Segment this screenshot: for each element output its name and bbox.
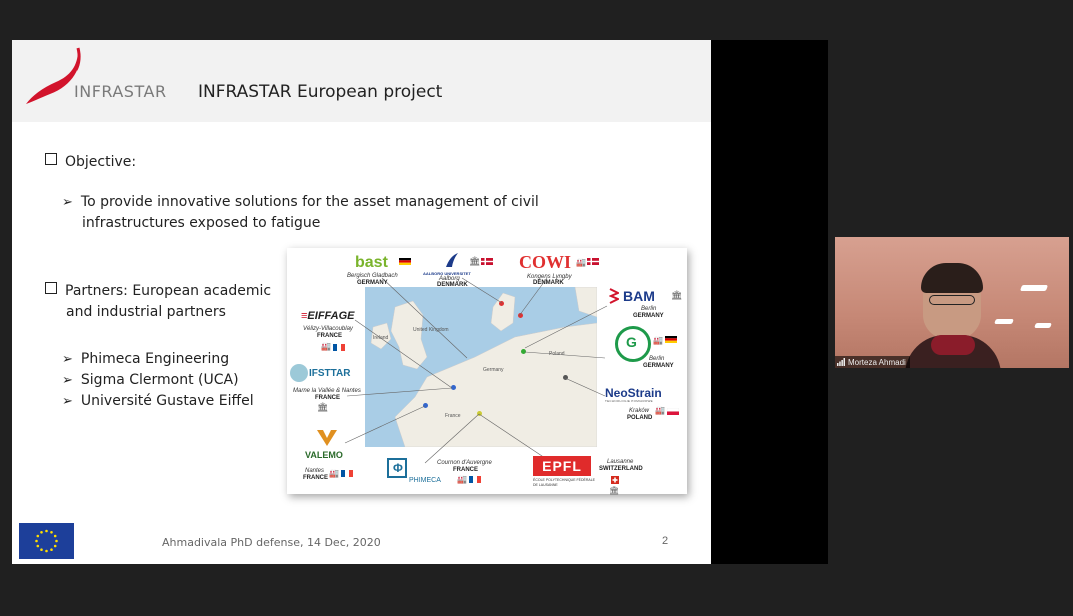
ifsttar-brand: IFSTTAR	[309, 368, 351, 379]
factory-icon: 🏭	[329, 469, 339, 478]
valemo-logo-icon	[317, 430, 337, 446]
participant-scarf	[931, 335, 975, 355]
arrow-bullet-icon: ➢	[62, 373, 73, 388]
france-flag-icon	[341, 470, 353, 477]
factory-icon: 🏭	[576, 258, 586, 267]
valemo-country: FRANCE	[303, 475, 328, 481]
denmark-flag-icon	[587, 258, 599, 265]
arrow-bullet-icon: ➢	[62, 352, 73, 367]
list-item: ➢ Sigma Clermont (UCA)	[62, 372, 239, 388]
checkbox-bullet-icon	[45, 153, 57, 165]
eiffage-country: FRANCE	[317, 333, 342, 339]
shared-screen-margin	[711, 40, 828, 564]
objective-text: ➢ To provide innovative solutions for the…	[62, 194, 539, 231]
epfl-sub: ÉCOLE POLYTECHNIQUE FÉDÉRALE DE LAUSANNE	[533, 478, 595, 487]
slide-header: INFRASTAR INFRASTAR European project	[12, 40, 711, 122]
bast-country: GERMANY	[357, 280, 388, 286]
epfl-country: SWITZERLAND	[599, 466, 643, 472]
ceiling-light	[1019, 285, 1049, 291]
cowi-country: DENMARK	[533, 280, 564, 286]
presentation-slide: INFRASTAR INFRASTAR European project Obj…	[12, 40, 711, 564]
bam-city: Berlin	[641, 306, 657, 312]
participant-glasses	[929, 295, 975, 305]
aalborg-logo-icon	[446, 253, 458, 267]
eu-flag-icon	[19, 523, 74, 559]
neostrain-country: POLAND	[627, 415, 653, 421]
neostrain-sub: TECHNOLOGIE POMIAROWE	[605, 399, 653, 403]
phimeca-logo-icon: Φ	[387, 458, 407, 478]
university-icon: 🏛	[671, 290, 683, 300]
participant-name: Morteza Ahmadi	[848, 357, 906, 367]
cowi-logo: COWI	[519, 252, 572, 272]
epfl-logo: EPFL	[533, 456, 591, 476]
university-icon: 🏛	[609, 486, 620, 495]
neostrain-brand: NeoStrain	[605, 386, 662, 400]
eiffage-city: Vélizy-Villacoublay	[303, 326, 353, 332]
ifsttar-city: Marne la Vallée & Nantes	[293, 388, 361, 394]
arrow-bullet-icon: ➢	[62, 394, 73, 409]
bam-brand: BAM	[623, 288, 655, 304]
ifsttar-logo-icon	[290, 364, 308, 382]
poland-flag-icon	[667, 408, 679, 415]
factory-icon: 🏭	[457, 475, 467, 484]
denmark-flag-icon	[481, 258, 493, 265]
eiffage-logo: ≡EIFFAGE	[301, 310, 355, 322]
list-item: ➢ Phimeca Engineering	[62, 351, 230, 367]
phimeca-country: FRANCE	[453, 467, 478, 473]
arrow-bullet-icon: ➢	[62, 195, 73, 210]
bam-country: GERMANY	[633, 313, 664, 319]
epfl-city: Lausanne	[607, 459, 634, 465]
university-icon: 🏛	[469, 256, 481, 266]
slide-title: INFRASTAR European project	[198, 82, 443, 102]
page-number: 2	[662, 535, 669, 547]
participant-name-bar: Morteza Ahmadi	[835, 356, 910, 368]
objective-heading: Objective:	[45, 153, 136, 170]
gd-logo-icon: G	[615, 326, 651, 362]
slide-footer: Ahmadivala PhD defense, 14 Dec, 2020	[162, 536, 381, 549]
signal-strength-icon	[837, 358, 845, 366]
germany-flag-icon	[665, 336, 677, 343]
factory-icon: 🏭	[653, 336, 663, 345]
valemo-brand: VALEMO	[305, 450, 343, 460]
checkbox-bullet-icon	[45, 282, 57, 294]
university-icon: 🏛	[317, 402, 329, 412]
gd-country: GERMANY	[643, 363, 674, 369]
aalborg-country: DENMARK	[437, 282, 468, 288]
gd-city: Berlin	[649, 356, 665, 362]
partners-heading: Partners: European academic and industri…	[45, 281, 271, 323]
france-flag-icon	[333, 344, 345, 351]
ceiling-light	[1034, 323, 1052, 328]
bam-logo-icon	[608, 288, 621, 304]
france-flag-icon	[469, 476, 481, 483]
valemo-city: Nantes	[305, 468, 325, 474]
participant-video-tile[interactable]: Morteza Ahmadi	[835, 237, 1069, 368]
bast-city: Bergisch Gladbach	[347, 273, 398, 279]
factory-icon: 🏭	[655, 406, 665, 415]
ifsttar-country: FRANCE	[315, 395, 340, 401]
factory-icon: 🏭	[321, 342, 331, 351]
neostrain-city: Kraków	[629, 408, 650, 414]
partners-list: ➢ Phimeca Engineering ➢ Sigma Clermont (UC…	[62, 349, 254, 412]
partner-map-figure: United Kingdom Ireland Germany Poland Fr…	[287, 248, 687, 495]
ceiling-light	[994, 319, 1014, 324]
switzerland-flag-icon	[611, 476, 619, 484]
bast-logo: bast	[355, 254, 388, 271]
list-item: ➢ Université Gustave Eiffel	[62, 393, 254, 409]
phimeca-city: Cournon d'Auvergne	[437, 460, 492, 466]
germany-flag-icon	[399, 258, 411, 265]
logo-text: INFRASTAR	[74, 82, 167, 101]
phimeca-brand: PHIMECA	[409, 477, 441, 484]
